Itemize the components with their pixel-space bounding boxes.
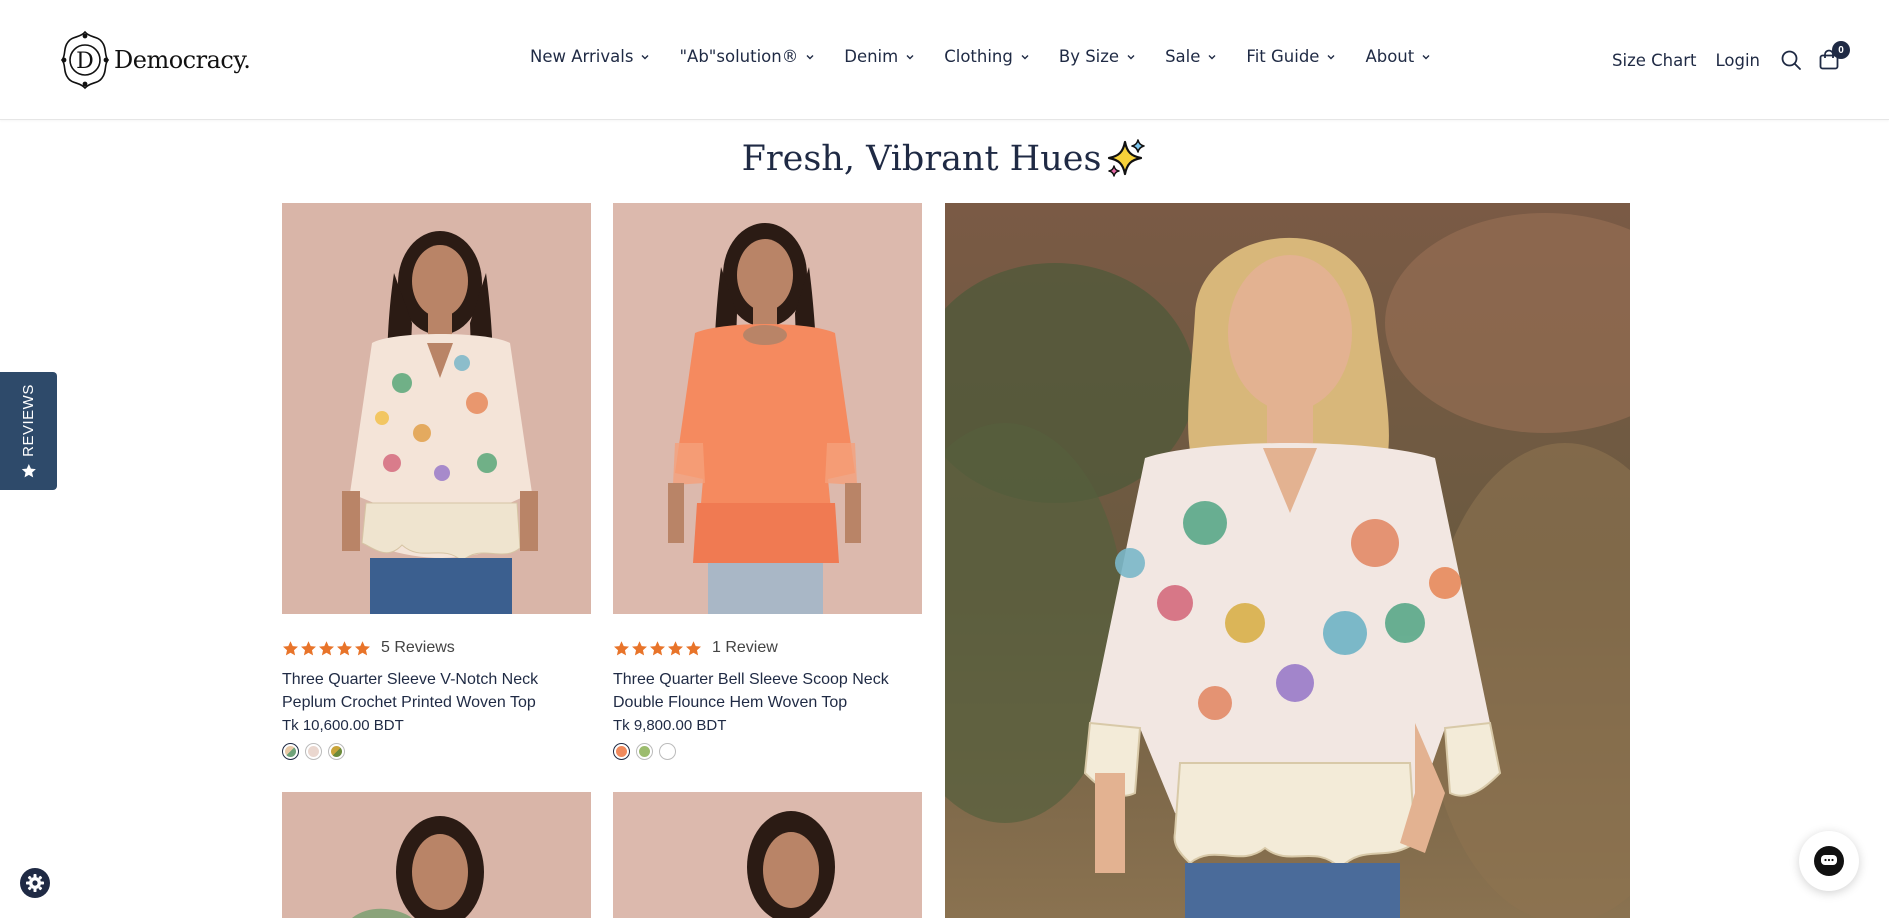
cart-count-badge: 0 (1832, 41, 1850, 59)
product-title[interactable]: Three Quarter Sleeve V-Notch Neck Peplum… (282, 668, 591, 714)
star-icon (355, 640, 370, 655)
section-heading: Fresh, Vibrant Hues (0, 138, 1889, 180)
color-swatch[interactable] (613, 743, 630, 760)
nav-label: About (1365, 47, 1415, 66)
star-icon (650, 640, 665, 655)
product-image[interactable] (282, 203, 591, 614)
nav-label: "Ab"solution® (679, 47, 799, 66)
login-link[interactable]: Login (1715, 51, 1760, 70)
star-icon (21, 463, 36, 477)
product-price: Tk 9,800.00 BDT (613, 717, 727, 734)
color-swatch[interactable] (282, 743, 299, 760)
chevron-down-icon (1208, 54, 1216, 59)
nav-label: Denim (844, 47, 899, 66)
size-chart-link[interactable]: Size Chart (1612, 51, 1696, 70)
product-title[interactable]: Three Quarter Bell Sleeve Scoop Neck Dou… (613, 668, 922, 714)
featured-lifestyle-image[interactable] (945, 203, 1630, 918)
star-icon (614, 640, 629, 655)
gear-icon (26, 874, 44, 892)
chevron-down-icon (806, 54, 814, 59)
star-icon (301, 640, 316, 655)
chevron-down-icon (1327, 54, 1335, 59)
color-swatches (282, 743, 591, 760)
cookie-settings-button[interactable] (20, 868, 50, 898)
nav-absolution[interactable]: "Ab"solution® (679, 47, 815, 66)
header-actions: Size Chart Login 0 (1612, 41, 1889, 76)
nav-clothing[interactable]: Clothing (944, 47, 1030, 66)
chevron-down-icon (1127, 54, 1135, 59)
sparkles-icon (1108, 139, 1146, 177)
search-button[interactable] (1778, 47, 1804, 73)
cart-button[interactable]: 0 (1816, 41, 1850, 73)
reviews-side-tab[interactable]: REVIEWS (0, 372, 57, 490)
nav-label: Sale (1165, 47, 1201, 66)
chevron-down-icon (1021, 54, 1029, 59)
logo-text: Democracy. (114, 46, 251, 74)
nav-denim[interactable]: Denim (844, 47, 915, 66)
review-count[interactable]: 5 Reviews (381, 639, 455, 657)
section-title-text: Fresh, Vibrant Hues (741, 139, 1102, 179)
product-card: 5 Reviews Three Quarter Sleeve V-Notch N… (282, 203, 591, 760)
product-photo-floral-top (282, 203, 591, 614)
color-swatches (613, 743, 922, 760)
star-icon (337, 640, 352, 655)
nav-label: New Arrivals (530, 47, 634, 66)
star-icon (632, 640, 647, 655)
nav-fit-guide[interactable]: Fit Guide (1246, 47, 1336, 66)
chat-button[interactable] (1799, 831, 1859, 891)
nav-label: Fit Guide (1246, 47, 1320, 66)
model-in-field-photo (945, 203, 1630, 918)
star-icon (283, 640, 298, 655)
color-swatch[interactable] (305, 743, 322, 760)
star-icon (686, 640, 701, 655)
color-swatch[interactable] (636, 743, 653, 760)
product-photo-coral-top (613, 203, 922, 614)
nav-label: By Size (1058, 47, 1120, 66)
nav-about[interactable]: About (1365, 47, 1431, 66)
chevron-down-icon (906, 54, 914, 59)
product-price: Tk 10,600.00 BDT (282, 717, 404, 734)
product-card: 1 Review Three Quarter Bell Sleeve Scoop… (613, 203, 922, 760)
nav-sale[interactable]: Sale (1165, 47, 1217, 66)
product-image[interactable] (282, 792, 591, 918)
star-icon (668, 640, 683, 655)
site-logo[interactable]: D Democracy. (60, 30, 251, 90)
review-count[interactable]: 1 Review (712, 639, 778, 657)
product-photo-green-top (282, 792, 591, 918)
star-rating (613, 640, 702, 657)
color-swatch[interactable] (659, 743, 676, 760)
reviews-tab-label: REVIEWS (20, 383, 37, 457)
svg-text:D: D (76, 49, 94, 74)
star-rating (282, 640, 371, 657)
site-header: D Democracy. New Arrivals "Ab"solution® … (0, 0, 1889, 120)
product-photo-top (613, 792, 922, 918)
chevron-down-icon (1422, 54, 1430, 59)
chat-bubble-icon (1821, 855, 1837, 865)
logo-emblem-icon: D (60, 30, 110, 90)
product-image[interactable] (613, 203, 922, 614)
main-nav: New Arrivals "Ab"solution® Denim Clothin… (530, 47, 1431, 66)
product-rating: 5 Reviews (282, 638, 591, 658)
product-image[interactable] (613, 792, 922, 918)
chevron-down-icon (641, 54, 649, 59)
nav-new-arrivals[interactable]: New Arrivals (530, 47, 650, 66)
color-swatch[interactable] (328, 743, 345, 760)
star-icon (319, 640, 334, 655)
product-rating: 1 Review (613, 638, 922, 658)
search-icon (1781, 50, 1801, 70)
nav-label: Clothing (944, 47, 1013, 66)
nav-by-size[interactable]: By Size (1059, 47, 1136, 66)
